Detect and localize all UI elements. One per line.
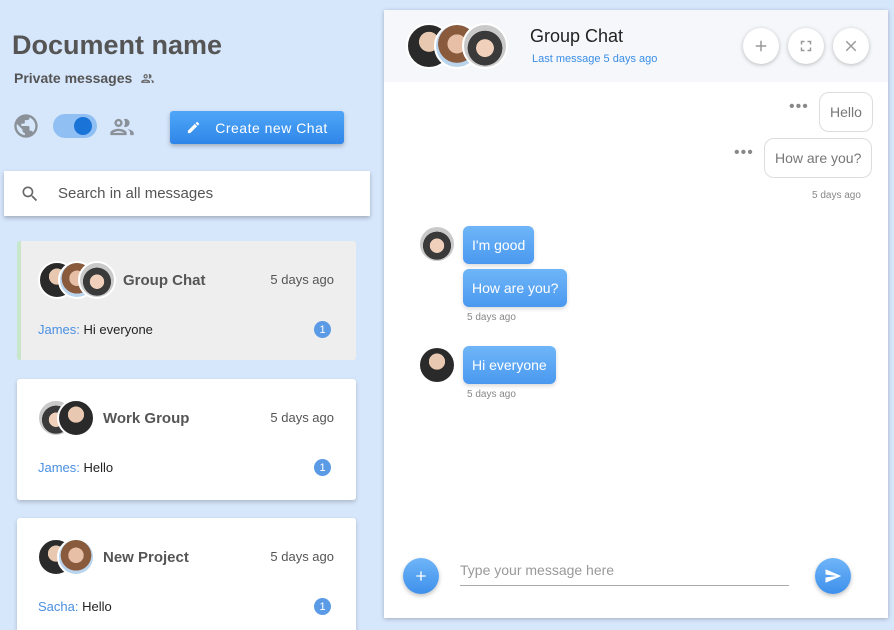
preview-sender: James: bbox=[38, 460, 80, 475]
sender-avatar bbox=[420, 348, 454, 382]
incoming-message: How are you? bbox=[463, 269, 568, 307]
group-icon bbox=[141, 73, 155, 83]
avatar bbox=[78, 261, 116, 299]
subtitle: Private messages bbox=[14, 70, 155, 86]
chat-header: Group Chat Last message 5 days ago bbox=[384, 10, 888, 82]
people-icon[interactable] bbox=[108, 113, 136, 141]
create-chat-button[interactable]: Create new Chat bbox=[170, 111, 344, 144]
unread-badge: 1 bbox=[314, 598, 331, 615]
preview-sender: James: bbox=[38, 322, 80, 337]
plus-icon bbox=[755, 40, 767, 52]
card-time: 5 days ago bbox=[270, 549, 334, 564]
avatar bbox=[57, 538, 95, 576]
chat-card-new-project[interactable]: New Project 5 days ago Sacha: Hello 1 bbox=[17, 518, 356, 630]
sender-avatar bbox=[420, 227, 454, 261]
document-title: Document name bbox=[12, 30, 223, 60]
unread-badge: 1 bbox=[314, 321, 331, 338]
card-name: New Project bbox=[103, 549, 189, 566]
subtitle-text: Private messages bbox=[14, 70, 133, 86]
chat-card-group-chat[interactable]: Group Chat 5 days ago James: Hi everyone… bbox=[17, 241, 356, 360]
message-timestamp: 5 days ago bbox=[467, 312, 516, 323]
preview-text: Hello bbox=[83, 460, 114, 475]
outgoing-message: How are you? bbox=[764, 138, 873, 178]
preview-text: Hello bbox=[82, 599, 112, 614]
controls-row: Create new Chat bbox=[12, 110, 362, 146]
card-name: Group Chat bbox=[123, 272, 206, 289]
send-icon bbox=[825, 569, 842, 583]
send-button[interactable] bbox=[815, 558, 851, 594]
fullscreen-button[interactable] bbox=[788, 28, 824, 64]
toggle-knob bbox=[74, 117, 92, 135]
avatar bbox=[462, 23, 508, 69]
globe-icon[interactable] bbox=[12, 112, 40, 140]
search-input[interactable] bbox=[58, 185, 338, 202]
create-chat-label: Create new Chat bbox=[215, 119, 328, 136]
pencil-icon bbox=[188, 121, 200, 134]
card-preview: James: Hi everyone bbox=[38, 322, 153, 337]
chat-card-work-group[interactable]: Work Group 5 days ago James: Hello 1 bbox=[17, 379, 356, 500]
preview-sender: Sacha: bbox=[38, 599, 79, 614]
chat-window: Group Chat Last message 5 days ago ••• H… bbox=[384, 10, 888, 618]
close-icon bbox=[845, 40, 857, 52]
avatar bbox=[57, 399, 95, 437]
card-preview: Sacha: Hello bbox=[38, 599, 112, 614]
chat-title: Group Chat bbox=[530, 26, 624, 46]
card-preview: James: Hello bbox=[38, 460, 113, 475]
search-box bbox=[4, 171, 370, 216]
message-options-icon[interactable]: ••• bbox=[734, 144, 754, 162]
outgoing-message: Hello bbox=[819, 92, 873, 132]
message-timestamp: 5 days ago bbox=[467, 389, 516, 400]
attach-button[interactable] bbox=[403, 558, 439, 594]
composer bbox=[384, 542, 888, 618]
message-timestamp: 5 days ago bbox=[812, 190, 861, 201]
card-name: Work Group bbox=[103, 410, 190, 427]
add-member-button[interactable] bbox=[743, 28, 779, 64]
message-list: ••• Hello ••• How are you? 5 days ago I'… bbox=[384, 82, 888, 542]
preview-text: Hi everyone bbox=[83, 322, 153, 337]
card-time: 5 days ago bbox=[270, 272, 334, 287]
fullscreen-icon bbox=[800, 40, 812, 52]
message-input[interactable] bbox=[460, 554, 789, 586]
left-panel: Document name Private messages Create ne… bbox=[0, 0, 376, 630]
visibility-toggle[interactable] bbox=[53, 114, 97, 138]
incoming-message: I'm good bbox=[463, 226, 535, 264]
incoming-message: Hi everyone bbox=[463, 346, 556, 384]
chat-subtitle: Last message 5 days ago bbox=[532, 53, 658, 65]
unread-badge: 1 bbox=[314, 459, 331, 476]
close-button[interactable] bbox=[833, 28, 869, 64]
search-icon bbox=[22, 186, 38, 201]
plus-icon bbox=[416, 571, 426, 581]
message-options-icon[interactable]: ••• bbox=[789, 98, 809, 116]
card-time: 5 days ago bbox=[270, 410, 334, 425]
